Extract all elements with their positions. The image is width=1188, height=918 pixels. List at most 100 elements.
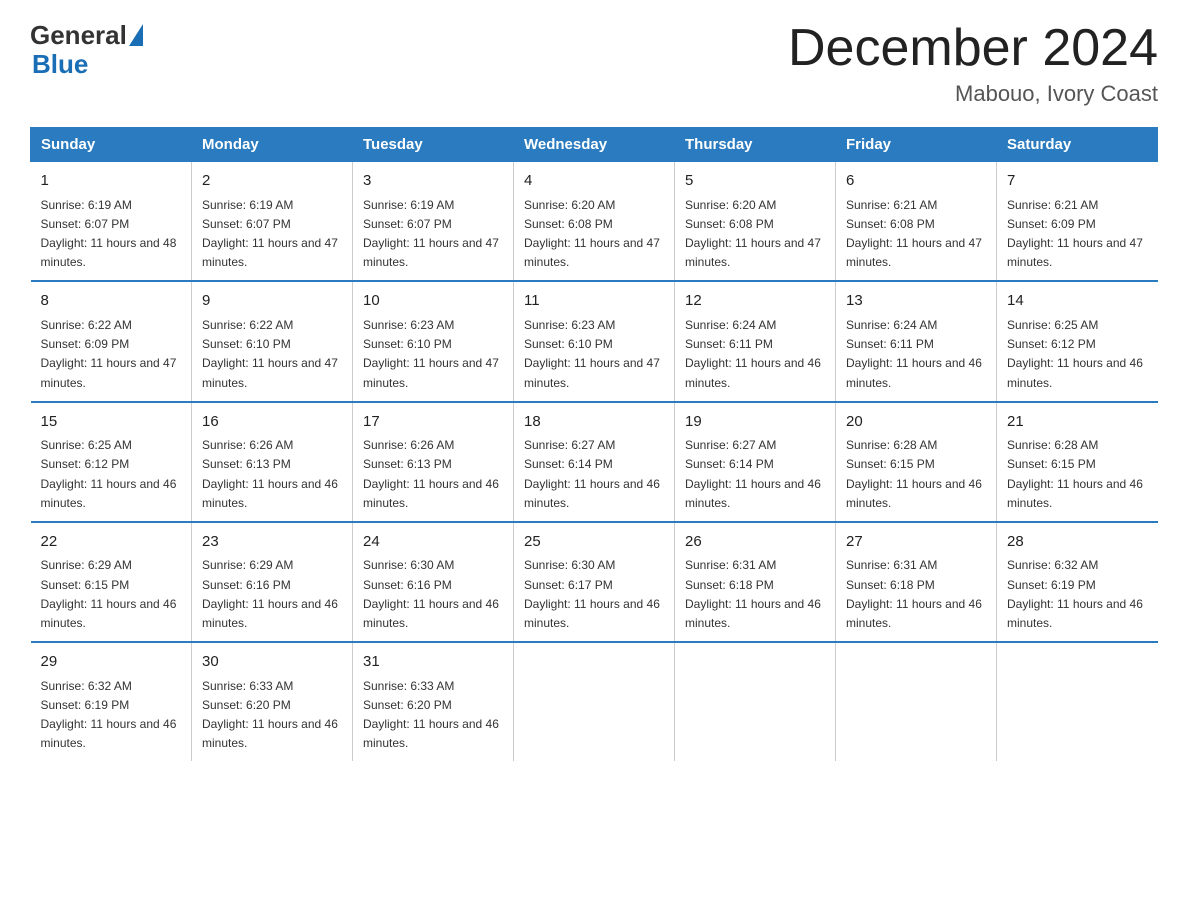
day-number: 27 [846,531,986,554]
day-info: Sunrise: 6:28 AMSunset: 6:15 PMDaylight:… [1007,438,1143,510]
logo-triangle-icon [129,24,143,46]
calendar-week-row: 15 Sunrise: 6:25 AMSunset: 6:12 PMDayligh… [31,402,1158,522]
day-number: 17 [363,411,503,434]
day-info: Sunrise: 6:25 AMSunset: 6:12 PMDaylight:… [1007,318,1143,390]
day-info: Sunrise: 6:22 AMSunset: 6:10 PMDaylight:… [202,318,338,390]
day-info: Sunrise: 6:22 AMSunset: 6:09 PMDaylight:… [41,318,177,390]
calendar-day-cell: 7Sunrise: 6:21 AMSunset: 6:09 PMDaylight… [997,162,1158,282]
header-friday: Friday [836,128,997,162]
day-info: Sunrise: 6:24 AMSunset: 6:11 PMDaylight:… [685,318,821,390]
page-header: General Blue December 2024 Mabouo, Ivory… [30,20,1158,107]
calendar-day-cell: 12 Sunrise: 6:24 AMSunset: 6:11 PMDayligh… [675,281,836,401]
day-info: Sunrise: 6:20 AMSunset: 6:08 PMDaylight:… [524,198,660,270]
day-number: 22 [41,531,182,554]
calendar-day-cell: 22 Sunrise: 6:29 AMSunset: 6:15 PMDayligh… [31,522,192,642]
title-area: December 2024 Mabouo, Ivory Coast [788,20,1158,107]
day-info: Sunrise: 6:32 AMSunset: 6:19 PMDaylight:… [1007,558,1143,630]
day-info: Sunrise: 6:19 AMSunset: 6:07 PMDaylight:… [41,198,177,270]
calendar-day-cell: 3 Sunrise: 6:19 AMSunset: 6:07 PMDaylight… [353,162,514,282]
day-number: 29 [41,651,182,674]
calendar-day-cell [997,642,1158,761]
calendar-day-cell: 28 Sunrise: 6:32 AMSunset: 6:19 PMDayligh… [997,522,1158,642]
day-number: 8 [41,290,182,313]
header-tuesday: Tuesday [353,128,514,162]
calendar-day-cell: 20Sunrise: 6:28 AMSunset: 6:15 PMDayligh… [836,402,997,522]
calendar-day-cell: 27 Sunrise: 6:31 AMSunset: 6:18 PMDayligh… [836,522,997,642]
day-number: 26 [685,531,825,554]
calendar-day-cell: 1Sunrise: 6:19 AMSunset: 6:07 PMDaylight… [31,162,192,282]
day-info: Sunrise: 6:29 AMSunset: 6:16 PMDaylight:… [202,558,338,630]
day-number: 12 [685,290,825,313]
header-saturday: Saturday [997,128,1158,162]
calendar-day-cell [514,642,675,761]
day-number: 6 [846,170,986,193]
day-number: 24 [363,531,503,554]
day-number: 9 [202,290,342,313]
calendar-header-row: Sunday Monday Tuesday Wednesday Thursday… [31,128,1158,162]
day-info: Sunrise: 6:23 AMSunset: 6:10 PMDaylight:… [524,318,660,390]
day-info: Sunrise: 6:28 AMSunset: 6:15 PMDaylight:… [846,438,982,510]
calendar-day-cell: 25Sunrise: 6:30 AMSunset: 6:17 PMDayligh… [514,522,675,642]
calendar-day-cell: 15 Sunrise: 6:25 AMSunset: 6:12 PMDayligh… [31,402,192,522]
calendar-day-cell: 24 Sunrise: 6:30 AMSunset: 6:16 PMDayligh… [353,522,514,642]
day-number: 25 [524,531,664,554]
day-info: Sunrise: 6:31 AMSunset: 6:18 PMDaylight:… [685,558,821,630]
day-info: Sunrise: 6:27 AMSunset: 6:14 PMDaylight:… [685,438,821,510]
day-number: 3 [363,170,503,193]
calendar-day-cell: 30 Sunrise: 6:33 AMSunset: 6:20 PMDayligh… [192,642,353,761]
day-number: 18 [524,411,664,434]
day-info: Sunrise: 6:24 AMSunset: 6:11 PMDaylight:… [846,318,982,390]
location-subtitle: Mabouo, Ivory Coast [788,81,1158,107]
calendar-week-row: 8 Sunrise: 6:22 AMSunset: 6:09 PMDaylight… [31,281,1158,401]
calendar-day-cell: 16Sunrise: 6:26 AMSunset: 6:13 PMDayligh… [192,402,353,522]
day-info: Sunrise: 6:23 AMSunset: 6:10 PMDaylight:… [363,318,499,390]
logo-general-text: General [30,20,127,51]
calendar-day-cell: 19 Sunrise: 6:27 AMSunset: 6:14 PMDayligh… [675,402,836,522]
header-wednesday: Wednesday [514,128,675,162]
day-number: 30 [202,651,342,674]
calendar-day-cell: 5Sunrise: 6:20 AMSunset: 6:08 PMDaylight… [675,162,836,282]
calendar-table: Sunday Monday Tuesday Wednesday Thursday… [30,127,1158,761]
day-number: 23 [202,531,342,554]
day-info: Sunrise: 6:26 AMSunset: 6:13 PMDaylight:… [202,438,338,510]
day-info: Sunrise: 6:33 AMSunset: 6:20 PMDaylight:… [202,679,338,751]
day-info: Sunrise: 6:29 AMSunset: 6:15 PMDaylight:… [41,558,177,630]
calendar-day-cell [836,642,997,761]
logo: General Blue [30,20,143,80]
day-info: Sunrise: 6:19 AMSunset: 6:07 PMDaylight:… [202,198,338,270]
day-number: 2 [202,170,342,193]
calendar-day-cell: 29 Sunrise: 6:32 AMSunset: 6:19 PMDayligh… [31,642,192,761]
day-number: 19 [685,411,825,434]
day-info: Sunrise: 6:33 AMSunset: 6:20 PMDaylight:… [363,679,499,751]
day-info: Sunrise: 6:31 AMSunset: 6:18 PMDaylight:… [846,558,982,630]
month-title: December 2024 [788,20,1158,77]
day-number: 4 [524,170,664,193]
calendar-day-cell: 4 Sunrise: 6:20 AMSunset: 6:08 PMDaylight… [514,162,675,282]
day-number: 13 [846,290,986,313]
header-monday: Monday [192,128,353,162]
day-info: Sunrise: 6:27 AMSunset: 6:14 PMDaylight:… [524,438,660,510]
calendar-day-cell: 9 Sunrise: 6:22 AMSunset: 6:10 PMDaylight… [192,281,353,401]
day-number: 28 [1007,531,1148,554]
calendar-week-row: 22 Sunrise: 6:29 AMSunset: 6:15 PMDayligh… [31,522,1158,642]
day-info: Sunrise: 6:19 AMSunset: 6:07 PMDaylight:… [363,198,499,270]
calendar-day-cell: 21Sunrise: 6:28 AMSunset: 6:15 PMDayligh… [997,402,1158,522]
day-number: 15 [41,411,182,434]
header-thursday: Thursday [675,128,836,162]
calendar-day-cell: 11 Sunrise: 6:23 AMSunset: 6:10 PMDayligh… [514,281,675,401]
day-number: 11 [524,290,664,313]
day-number: 31 [363,651,503,674]
calendar-day-cell: 10 Sunrise: 6:23 AMSunset: 6:10 PMDayligh… [353,281,514,401]
calendar-week-row: 29 Sunrise: 6:32 AMSunset: 6:19 PMDayligh… [31,642,1158,761]
day-info: Sunrise: 6:30 AMSunset: 6:16 PMDaylight:… [363,558,499,630]
calendar-week-row: 1Sunrise: 6:19 AMSunset: 6:07 PMDaylight… [31,162,1158,282]
day-info: Sunrise: 6:32 AMSunset: 6:19 PMDaylight:… [41,679,177,751]
calendar-day-cell: 2 Sunrise: 6:19 AMSunset: 6:07 PMDaylight… [192,162,353,282]
calendar-day-cell: 17Sunrise: 6:26 AMSunset: 6:13 PMDayligh… [353,402,514,522]
day-info: Sunrise: 6:25 AMSunset: 6:12 PMDaylight:… [41,438,177,510]
calendar-day-cell [675,642,836,761]
day-number: 7 [1007,170,1148,193]
calendar-day-cell: 23 Sunrise: 6:29 AMSunset: 6:16 PMDayligh… [192,522,353,642]
day-number: 14 [1007,290,1148,313]
day-number: 10 [363,290,503,313]
